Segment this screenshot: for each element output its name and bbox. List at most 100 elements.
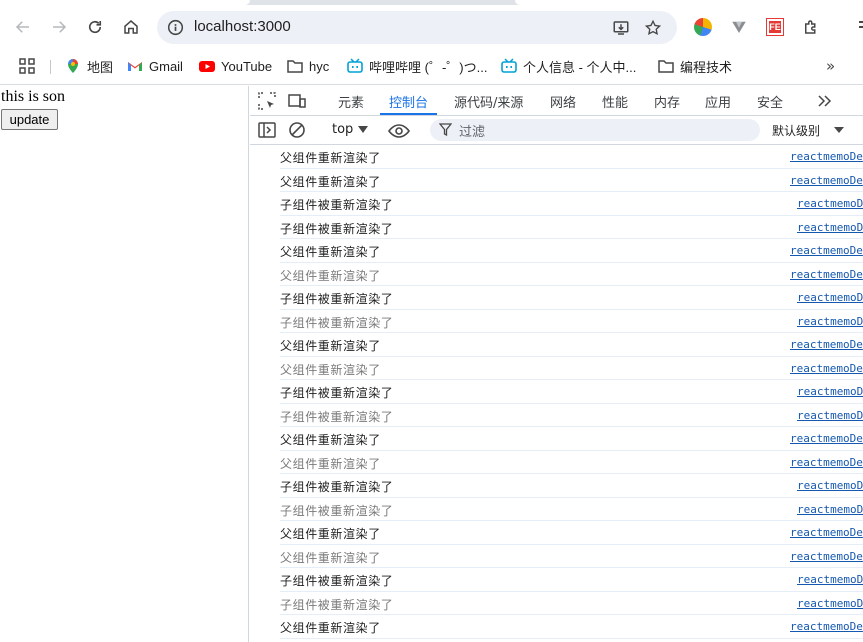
console-source-link[interactable]: reactmemoDe — [790, 620, 863, 633]
bookmark-label: 编程技术 — [680, 59, 733, 75]
more-bookmarks-chevron-icon[interactable]: » — [826, 57, 835, 75]
filter-input[interactable]: 过滤 — [430, 119, 760, 141]
bookmark-profile[interactable]: 个人信息 - 个人中... — [501, 57, 636, 75]
console-message-row: 父组件重新渲染了 reactmemoDe — [280, 521, 863, 545]
menu-icon[interactable] — [852, 17, 863, 37]
console-source-link[interactable]: reactmemoD — [797, 315, 863, 328]
console-source-link[interactable]: reactmemoD — [797, 197, 863, 210]
console-message-text: 父组件重新渲染了 — [280, 527, 381, 541]
console-source-link[interactable]: reactmemoDe — [790, 150, 863, 163]
bookmark-gmail[interactable]: Gmail — [127, 57, 183, 75]
forward-button[interactable] — [45, 13, 73, 41]
console-source-link[interactable]: reactmemoDe — [790, 268, 863, 281]
devtools-panel: 元素 控制台 源代码/来源 网络 性能 内存 应用 安全 top 过滤 默认级别… — [250, 86, 863, 642]
console-source-link[interactable]: reactmemoD — [797, 409, 863, 422]
console-message-row: 子组件被重新渲染了 reactmemoD — [280, 568, 863, 592]
show-sidebar-icon[interactable] — [258, 121, 276, 139]
console-message-text: 子组件被重新渲染了 — [280, 480, 394, 494]
folder-icon — [287, 60, 303, 73]
console-message-text: 子组件被重新渲染了 — [280, 315, 394, 330]
console-message-text: 子组件被重新渲染了 — [280, 386, 394, 400]
console-message-text: 父组件重新渲染了 — [280, 433, 381, 447]
more-tabs-chevron-icon[interactable] — [815, 92, 833, 110]
tab-application[interactable]: 应用 — [705, 92, 731, 111]
console-source-link[interactable]: reactmemoDe — [790, 244, 863, 257]
console-message-text: 父组件重新渲染了 — [280, 245, 381, 259]
console-message-row: 父组件重新渲染了 reactmemoDe — [280, 169, 863, 192]
console-source-link[interactable]: reactmemoDe — [790, 550, 863, 563]
install-app-icon[interactable] — [612, 19, 630, 37]
console-source-link[interactable]: reactmemoD — [797, 597, 863, 610]
console-message-text: 子组件被重新渲染了 — [280, 221, 394, 236]
bookmark-bilibili[interactable]: 哔哩哔哩 (゜-゜)つ... — [347, 57, 487, 75]
back-button[interactable] — [9, 13, 37, 41]
youtube-icon — [199, 61, 215, 72]
clear-console-icon[interactable] — [288, 121, 306, 139]
tab-console[interactable]: 控制台 — [389, 92, 428, 111]
console-source-link[interactable]: reactmemoDe — [790, 174, 863, 187]
bookmark-star-icon[interactable] — [644, 19, 662, 37]
console-source-link[interactable]: reactmemoD — [797, 573, 863, 586]
home-button[interactable] — [117, 13, 145, 41]
tab-performance[interactable]: 性能 — [602, 92, 628, 111]
inspect-element-icon[interactable] — [258, 92, 276, 110]
console-source-link[interactable]: reactmemoDe — [790, 362, 863, 375]
console-messages: 父组件重新渲染了 reactmemoDe 父组件重新渲染了 reactmemoDe 子组… — [250, 145, 863, 642]
devtools-tab-bar: 元素 控制台 源代码/来源 网络 性能 内存 应用 安全 — [250, 86, 863, 116]
console-source-link[interactable]: reactmemoDe — [790, 432, 863, 445]
console-source-link[interactable]: reactmemoD — [797, 479, 863, 492]
console-message-row: 子组件被重新渲染了 reactmemoD — [280, 498, 863, 521]
tab-memory[interactable]: 内存 — [654, 92, 680, 111]
update-button[interactable]: update — [1, 109, 58, 130]
bilibili-icon — [501, 58, 517, 73]
active-tab-indicator — [380, 113, 437, 115]
reload-button[interactable] — [81, 13, 109, 41]
apps-grid-icon[interactable] — [19, 58, 35, 74]
console-source-link[interactable]: reactmemoD — [797, 385, 863, 398]
device-toolbar-icon[interactable] — [288, 92, 306, 110]
address-bar[interactable]: localhost:3000 — [157, 11, 677, 44]
console-message-text: 父组件重新渲染了 — [280, 339, 381, 353]
bookmark-label: 哔哩哔哩 (゜-゜)つ... — [369, 59, 488, 75]
console-message-row: 父组件重新渲染了 reactmemoDe — [280, 451, 863, 474]
tab-network[interactable]: 网络 — [550, 92, 576, 111]
url-text[interactable]: localhost:3000 — [194, 18, 291, 35]
console-message-row: 父组件重新渲染了 reactmemoDe — [280, 145, 863, 169]
console-source-link[interactable]: reactmemoD — [797, 503, 863, 516]
tab-sources[interactable]: 源代码/来源 — [454, 92, 523, 111]
console-source-link[interactable]: reactmemoDe — [790, 338, 863, 351]
live-expression-eye-icon[interactable] — [388, 122, 410, 140]
extensions-puzzle-icon[interactable] — [802, 18, 820, 36]
console-message-row: 子组件被重新渲染了 reactmemoD — [280, 474, 863, 498]
bookmarks-bar: 地图 Gmail YouTube hyc 哔哩哔哩 (゜-゜)つ... 个人信息… — [0, 48, 863, 85]
maps-icon — [68, 59, 78, 73]
bookmarks-separator — [50, 60, 51, 74]
bookmark-folder-programming[interactable]: 编程技术 — [658, 57, 732, 75]
bookmark-youtube[interactable]: YouTube — [199, 57, 272, 75]
site-info-icon[interactable] — [167, 19, 184, 36]
tab-security[interactable]: 安全 — [757, 92, 783, 111]
extension-v-icon[interactable] — [730, 18, 748, 36]
console-source-link[interactable]: reactmemoD — [797, 221, 863, 234]
tab-elements[interactable]: 元素 — [338, 92, 364, 111]
console-message-row: 父组件重新渲染了 reactmemoDe — [280, 615, 863, 639]
context-caret-icon[interactable] — [358, 126, 368, 133]
bookmark-label: 地图 — [87, 59, 114, 75]
extension-color-icon[interactable] — [694, 18, 712, 36]
console-message-text: 父组件重新渲染了 — [280, 456, 381, 471]
log-levels-dropdown[interactable]: 默认级别 — [772, 122, 820, 139]
fe-extension-icon[interactable]: FE — [766, 18, 784, 36]
bookmark-label: Gmail — [149, 58, 183, 74]
console-message-row: 父组件重新渲染了 reactmemoDe — [280, 427, 863, 451]
console-source-link[interactable]: reactmemoDe — [790, 456, 863, 469]
console-message-row: 子组件被重新渲染了 reactmemoD — [280, 404, 863, 427]
console-message-text: 子组件被重新渲染了 — [280, 409, 394, 424]
console-message-text: 子组件被重新渲染了 — [280, 292, 394, 306]
console-source-link[interactable]: reactmemoD — [797, 291, 863, 304]
filter-funnel-icon — [439, 123, 452, 136]
levels-caret-icon[interactable] — [834, 127, 844, 133]
bookmark-folder-hyc[interactable]: hyc — [287, 57, 329, 75]
console-source-link[interactable]: reactmemoDe — [790, 526, 863, 539]
bookmark-maps[interactable]: 地图 — [65, 57, 113, 75]
context-selector[interactable]: top — [332, 122, 353, 137]
